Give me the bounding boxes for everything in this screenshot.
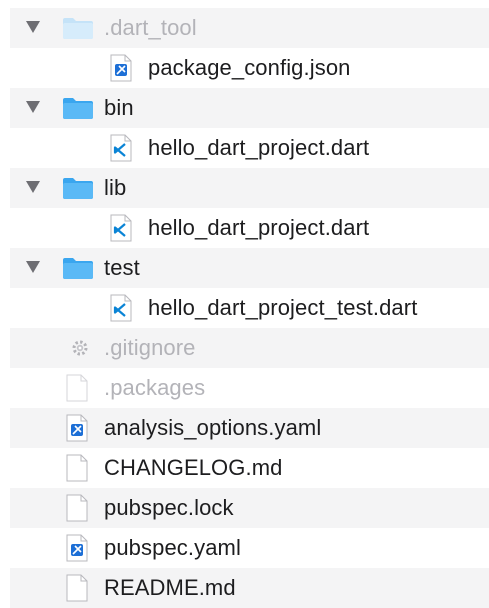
file-row-changelog[interactable]: CHANGELOG.md xyxy=(10,448,489,488)
file-list: .dart_tool package_config.json bin hello… xyxy=(0,0,489,608)
xcode-file-icon xyxy=(66,414,88,442)
xcode-file-icon xyxy=(66,534,88,562)
blank-file-icon xyxy=(66,494,88,522)
row-label: lib xyxy=(104,175,127,200)
folder-icon xyxy=(63,18,93,39)
row-label: hello_dart_project_test.dart xyxy=(148,295,418,320)
row-label: bin xyxy=(104,95,134,120)
row-label: package_config.json xyxy=(148,55,351,80)
xcode-file-icon xyxy=(110,54,132,82)
gear-icon xyxy=(72,340,88,356)
disclosure-triangle-icon[interactable] xyxy=(26,261,40,273)
blank-file-icon xyxy=(66,374,88,402)
file-row-analysis-options[interactable]: analysis_options.yaml xyxy=(10,408,489,448)
vscode-file-icon xyxy=(110,134,132,162)
disclosure-triangle-icon[interactable] xyxy=(26,21,40,33)
folder-icon xyxy=(63,178,93,199)
row-label: README.md xyxy=(104,575,236,600)
file-row-pubspec-yaml[interactable]: pubspec.yaml xyxy=(10,528,489,568)
file-row-package-config[interactable]: package_config.json xyxy=(10,48,489,88)
row-label: hello_dart_project.dart xyxy=(148,215,370,240)
folder-icon xyxy=(63,98,93,119)
file-row-pubspec-lock[interactable]: pubspec.lock xyxy=(10,488,489,528)
row-label: CHANGELOG.md xyxy=(104,455,283,480)
folder-row-bin[interactable]: bin xyxy=(10,88,489,128)
file-row-packages[interactable]: .packages xyxy=(10,368,489,408)
disclosure-triangle-icon[interactable] xyxy=(26,101,40,113)
row-label: .dart_tool xyxy=(104,15,197,40)
row-label: pubspec.lock xyxy=(104,495,234,520)
row-label: .packages xyxy=(104,375,206,400)
disclosure-triangle-icon[interactable] xyxy=(26,181,40,193)
file-row-lib-dart[interactable]: hello_dart_project.dart xyxy=(10,208,489,248)
file-row-bin-dart[interactable]: hello_dart_project.dart xyxy=(10,128,489,168)
file-row-test-dart[interactable]: hello_dart_project_test.dart xyxy=(10,288,489,328)
blank-file-icon xyxy=(66,454,88,482)
folder-row-lib[interactable]: lib xyxy=(10,168,489,208)
row-label: .gitignore xyxy=(104,335,196,360)
folder-row-dart-tool[interactable]: .dart_tool xyxy=(10,8,489,48)
row-label: test xyxy=(104,255,140,280)
row-label: hello_dart_project.dart xyxy=(148,135,370,160)
file-row-gitignore[interactable]: .gitignore xyxy=(10,328,489,368)
row-label: pubspec.yaml xyxy=(104,535,241,560)
folder-icon xyxy=(63,258,93,279)
vscode-file-icon xyxy=(110,294,132,322)
folder-row-test[interactable]: test xyxy=(10,248,489,288)
row-label: analysis_options.yaml xyxy=(104,415,322,440)
vscode-file-icon xyxy=(110,214,132,242)
file-row-readme[interactable]: README.md xyxy=(10,568,489,608)
